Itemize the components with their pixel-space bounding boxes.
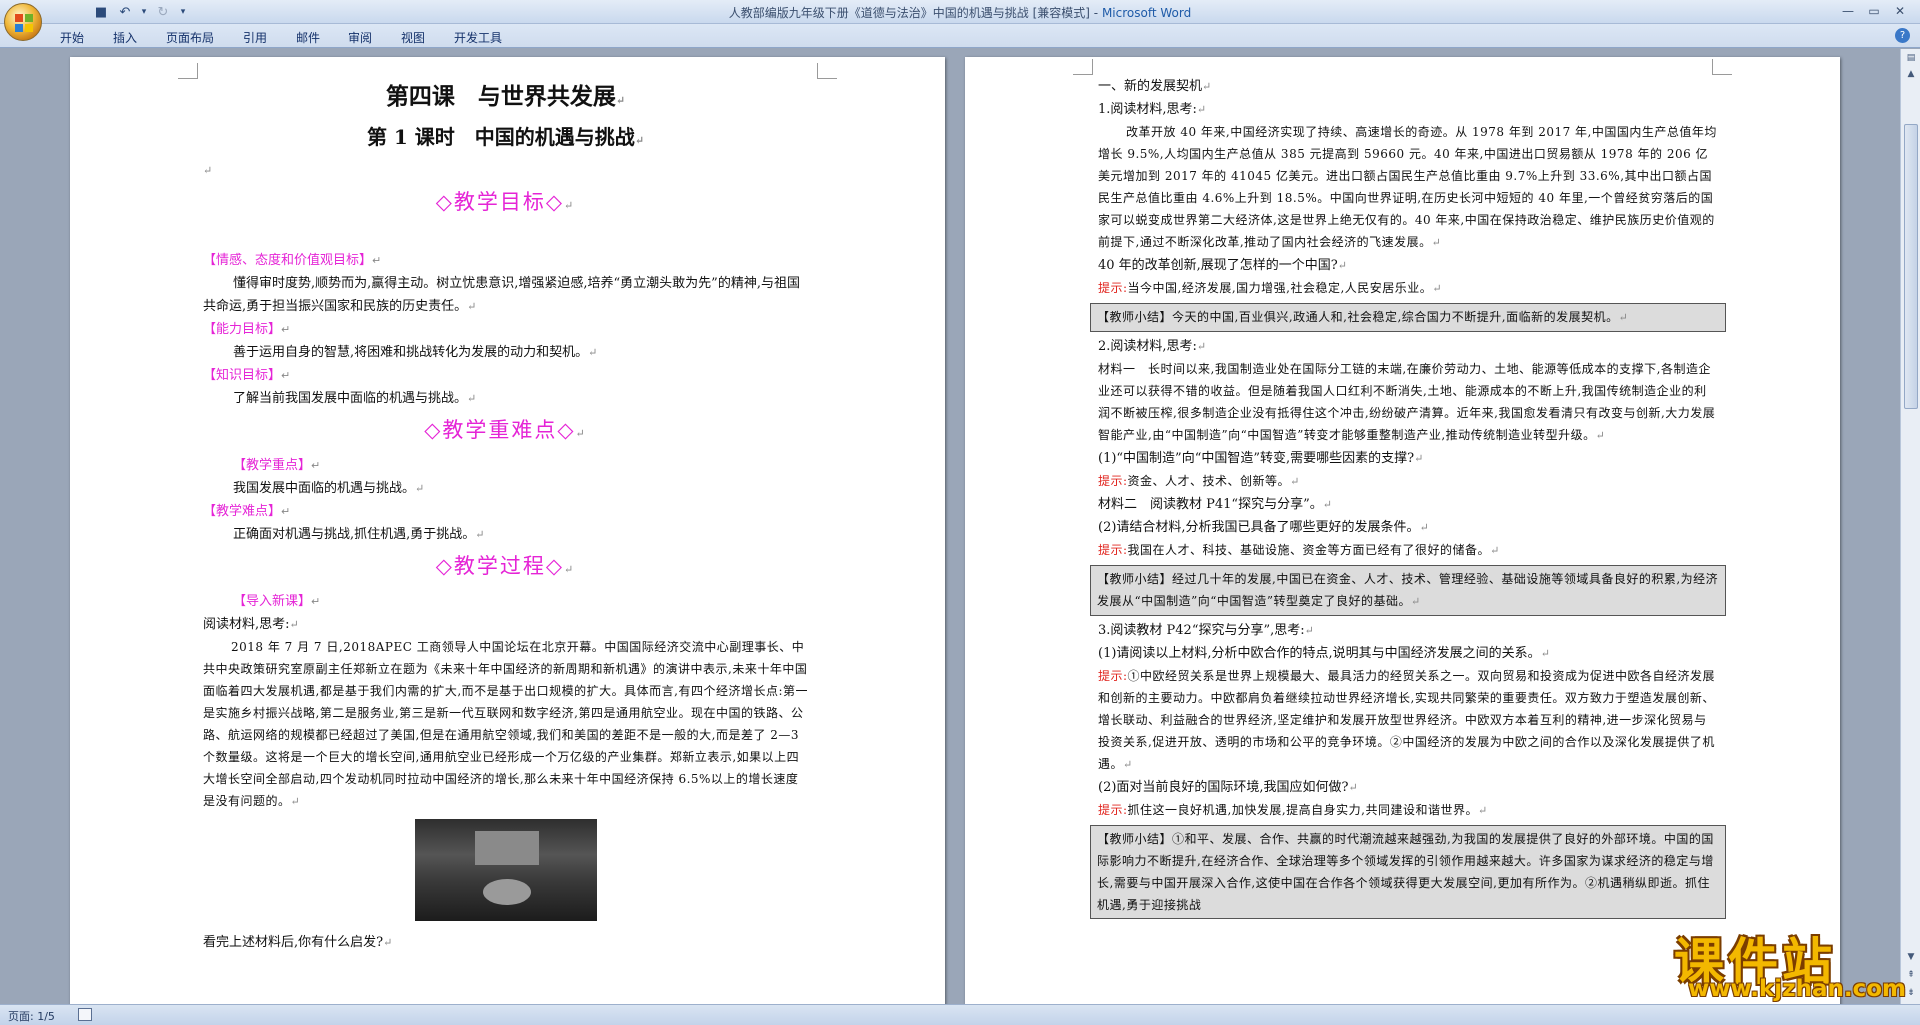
q2-tip-2: 提示:我国在人才、科技、基础设施、资金等方面已经有了很好的储备。↵ — [1098, 543, 1500, 557]
read-prompt: 阅读材料,思考:↵ — [203, 617, 299, 632]
hard-point-text: 正确面对机遇与挑战,抓住机遇,勇于挑战。↵ — [233, 527, 485, 542]
teacher-summary-3: 【教师小结】①和平、发展、合作、共赢的时代潮流越来越强劲,为我国的发展提供了良好… — [1090, 825, 1726, 919]
focus-label: 【教学重点】↵ — [233, 458, 321, 473]
page-counter[interactable]: 页面: 1/5 — [8, 1008, 55, 1024]
minimize-icon[interactable]: — — [1836, 2, 1860, 20]
document-page-2[interactable]: 一、新的发展契机↵ 1.阅读材料,思考:↵ 改革开放 40 年来,中国经济实现了… — [965, 57, 1840, 1004]
intro-material: 2018 年 7 月 7 日,2018APEC 工商领导人中国论坛在北京开幕。中… — [203, 640, 808, 808]
scroll-up-icon[interactable]: ▲ — [1904, 67, 1918, 81]
knowledge-goal-label: 【知识目标】↵ — [203, 368, 291, 383]
q3-tip-2: 提示:抓住这一良好机遇,加快发展,提高自身实力,共同建设和谐世界。↵ — [1098, 803, 1488, 817]
q3-sub1: (1)请阅读以上材料,分析中欧合作的特点,说明其与中国经济发展之间的关系。↵ — [1098, 646, 1550, 661]
status-bar: 页面: 1/5 — [0, 1004, 1920, 1025]
section-heading: 一、新的发展契机↵ — [1098, 79, 1212, 94]
forum-photo — [414, 819, 597, 921]
knowledge-goal-text: 了解当前我国发展中面临的机遇与挑战。↵ — [233, 391, 477, 406]
watermark-url: www.kjzhan.com — [1688, 976, 1906, 1002]
tab-home[interactable]: 开始 — [60, 29, 84, 46]
tab-view[interactable]: 视图 — [401, 29, 425, 46]
scrollbar-thumb[interactable] — [1904, 124, 1918, 409]
tab-references[interactable]: 引用 — [243, 29, 267, 46]
objectives-heading: ◇教学目标◇↵ — [435, 190, 576, 214]
empty-paragraph — [203, 226, 808, 249]
margin-corner — [1073, 59, 1093, 75]
tab-insert[interactable]: 插入 — [113, 29, 137, 46]
focus-text: 我国发展中面临的机遇与挑战。↵ — [233, 481, 425, 496]
ruler-toggle-icon[interactable]: ▤ — [1904, 51, 1918, 65]
q1-material: 改革开放 40 年来,中国经济实现了持续、高速增长的奇迹。从 1978 年到 2… — [1098, 125, 1717, 249]
proofing-icon[interactable] — [78, 1008, 92, 1021]
site-watermark: 课件站 www.kjzhan.com — [1670, 922, 1920, 1004]
teacher-summary-2: 【教师小结】经过几十年的发展,中国已在资金、人才、技术、管理经验、基础设施等领域… — [1090, 565, 1726, 616]
window-controls: — ▭ ✕ — [1836, 2, 1912, 20]
margin-corner — [178, 63, 198, 79]
tab-developer[interactable]: 开发工具 — [454, 29, 502, 46]
close-icon[interactable]: ✕ — [1888, 2, 1912, 20]
q3-title: 3.阅读教材 P42“探究与分享”,思考:↵ — [1098, 623, 1314, 638]
intro-question: 看完上述材料后,你有什么启发?↵ — [203, 935, 393, 950]
margin-corner — [817, 63, 837, 79]
teacher-summary-1: 【教师小结】今天的中国,百业俱兴,政通人和,社会稳定,综合国力不断提升,面临新的… — [1090, 303, 1726, 332]
document-page-1[interactable]: 第四课 与世界共发展↵ 第 1 课时 中国的机遇与挑战↵ ↵ ◇教学目标◇↵ 【… — [70, 57, 945, 1004]
lesson-title: 第四课 与世界共发展↵ — [385, 83, 626, 110]
process-heading: ◇教学过程◇↵ — [435, 554, 576, 578]
intro-label: 【导入新课】↵ — [233, 594, 321, 609]
ability-goal-label: 【能力目标】↵ — [203, 322, 291, 337]
q3-sub2: (2)面对当前良好的国际环境,我国应如何做?↵ — [1098, 780, 1358, 795]
photo-screen — [474, 831, 539, 865]
q1-question: 40 年的改革创新,展现了怎样的一个中国?↵ — [1098, 258, 1347, 273]
help-icon[interactable]: ? — [1895, 28, 1910, 43]
q2-sub1: (1)“中国制造”向“中国智造”转变,需要哪些因素的支撑?↵ — [1098, 451, 1424, 466]
vertical-scrollbar[interactable]: ▤ ▲ ▼ ⇞ ⇟ — [1900, 49, 1920, 1004]
emotion-goal-label: 【情感、态度和价值观目标】↵ — [203, 253, 382, 268]
q2-title: 2.阅读材料,思考:↵ — [1098, 339, 1207, 354]
q2-material-1: 材料一 长时间以来,我国制造业处在国际分工链的末端,在廉价劳动力、土地、能源等低… — [1098, 362, 1716, 442]
tab-review[interactable]: 审阅 — [348, 29, 372, 46]
tab-mailings[interactable]: 邮件 — [296, 29, 320, 46]
q1-tip: 提示:当今中国,经济发展,国力增强,社会稳定,人民安居乐业。↵ — [1098, 281, 1443, 295]
tab-page-layout[interactable]: 页面布局 — [166, 29, 214, 46]
q1-title: 1.阅读材料,思考:↵ — [1098, 102, 1207, 117]
margin-corner — [1712, 59, 1732, 75]
difficulty-heading: ◇教学重难点◇↵ — [424, 418, 587, 442]
emotion-goal-text: 懂得审时度势,顺势而为,赢得主动。树立忧患意识,增强紧迫感,培养“勇立潮头敢为先… — [203, 276, 800, 314]
office-button[interactable] — [4, 3, 42, 41]
document-area: 第四课 与世界共发展↵ 第 1 课时 中国的机遇与挑战↵ ↵ ◇教学目标◇↵ 【… — [0, 49, 1900, 1004]
window-title: 人教部编版九年级下册《道德与法治》中国的机遇与挑战 [兼容模式] - Micro… — [728, 6, 1192, 20]
q2-tip-1: 提示:资金、人才、技术、创新等。↵ — [1098, 474, 1300, 488]
ribbon-tabs: 开始 插入 页面布局 引用 邮件 审阅 视图 开发工具 ? — [0, 24, 1920, 48]
page-1-content: 第四课 与世界共发展↵ 第 1 课时 中国的机遇与挑战↵ ↵ ◇教学目标◇↵ 【… — [203, 79, 808, 954]
maximize-icon[interactable]: ▭ — [1862, 2, 1886, 20]
lesson-subtitle: 第 1 课时 中国的机遇与挑战↵ — [366, 125, 645, 149]
q2-material-2: 材料二 阅读教材 P41“探究与分享”。↵ — [1098, 497, 1332, 512]
page-2-content: 一、新的发展契机↵ 1.阅读材料,思考:↵ 改革开放 40 年来,中国经济实现了… — [1090, 75, 1726, 922]
office-logo-icon — [15, 14, 33, 32]
title-bar: ■ ↶ ▾ ↻ ▾ 人教部编版九年级下册《道德与法治》中国的机遇与挑战 [兼容模… — [0, 0, 1920, 24]
q3-tip-1: 提示:①中欧经贸关系是世界上规模最大、最具活力的经贸关系之一。双向贸易和投资成为… — [1098, 669, 1716, 771]
empty-paragraph: ↵ — [203, 164, 213, 177]
q2-sub2: (2)请结合材料,分析我国已具备了哪些更好的发展条件。↵ — [1098, 520, 1429, 535]
ability-goal-text: 善于运用自身的智慧,将困难和挑战转化为发展的动力和契机。↵ — [233, 345, 598, 360]
photo-stage — [482, 879, 531, 905]
hard-point-label: 【教学难点】↵ — [203, 504, 291, 519]
